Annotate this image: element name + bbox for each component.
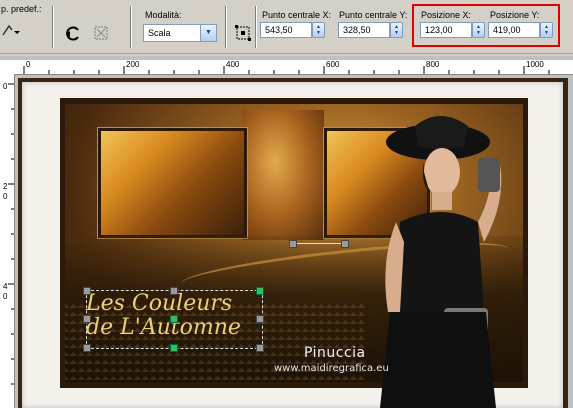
reset-icon[interactable] [62, 22, 84, 44]
mode-label: Modalità: [145, 10, 182, 20]
separator [130, 6, 132, 48]
horizontal-ruler[interactable]: 0 200 400 600 800 1000 [8, 60, 573, 75]
rotation-guide-line [293, 243, 345, 244]
autumn-forest-panel-left [98, 128, 247, 238]
mode-select-value: Scala [148, 28, 171, 38]
resize-handle[interactable] [170, 287, 178, 295]
resize-handle[interactable] [170, 344, 178, 352]
ruler-v-label: 0 [3, 292, 8, 301]
preset-label: p. predef.: [1, 4, 42, 14]
resize-handle[interactable] [256, 344, 264, 352]
resize-handle[interactable] [256, 315, 264, 323]
resize-handle[interactable] [83, 344, 91, 352]
website-text: www.maidiregrafica.eu [274, 363, 389, 374]
center-y-field[interactable]: 328,50 [338, 22, 390, 38]
vertical-ruler[interactable]: 0 2 0 4 0 [0, 74, 15, 408]
ruler-h-label: 0 [26, 60, 31, 69]
autumn-tree-center [242, 110, 324, 240]
chevron-down-icon: ▼ [200, 25, 216, 41]
ruler-h-label: 200 [126, 60, 140, 69]
rotation-pivot-handle[interactable] [289, 240, 297, 248]
ruler-h-label: 1000 [526, 60, 544, 69]
center-y-label: Punto centrale Y: [339, 10, 408, 20]
rotate-handle[interactable] [256, 287, 264, 295]
separator [255, 6, 257, 48]
ruler-v-label: 4 [3, 282, 8, 291]
preset-dropdown-button[interactable] [0, 20, 22, 42]
signature-text: Pinuccia [304, 345, 366, 361]
resize-handle[interactable] [83, 315, 91, 323]
ruler-v-label: 0 [3, 192, 8, 201]
center-x-field[interactable]: 543,50 [260, 22, 312, 38]
pick-center-icon[interactable] [232, 22, 254, 44]
separator [225, 6, 227, 48]
mode-select[interactable]: Scala ▼ [143, 24, 217, 42]
rotation-handle[interactable] [341, 240, 349, 248]
ruler-v-label: 0 [3, 82, 8, 91]
separator [52, 6, 54, 48]
ruler-v-label: 2 [3, 182, 8, 191]
center-x-label: Punto centrale X: [262, 10, 332, 20]
resize-handle[interactable] [83, 287, 91, 295]
center-x-spinner[interactable]: ▲ ▼ [312, 22, 325, 38]
ruler-h-label: 600 [326, 60, 340, 69]
ruler-h-label: 800 [426, 60, 440, 69]
pivot-handle[interactable] [170, 315, 178, 323]
tool-options-toolbar: p. predef.: Modalità: Scala ▼ Punto cent… [0, 0, 573, 54]
center-y-spinner[interactable]: ▲ ▼ [390, 22, 403, 38]
position-highlight-box [412, 4, 560, 47]
cancel-transform-icon[interactable] [90, 22, 112, 44]
ruler-h-label: 400 [226, 60, 240, 69]
